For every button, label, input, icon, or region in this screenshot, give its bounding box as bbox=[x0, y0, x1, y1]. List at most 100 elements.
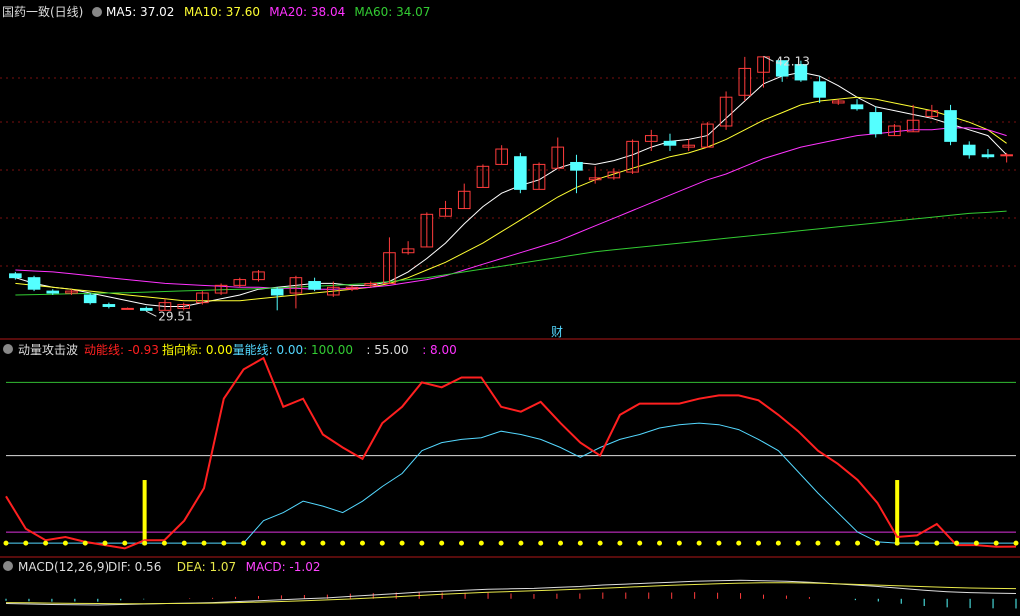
legend-volume_line: 量能线: 0.00 bbox=[233, 343, 304, 357]
legend-ma60: MA60: 34.07 bbox=[354, 5, 430, 19]
high-price-label: 42.13 bbox=[776, 54, 810, 68]
legend-pointer: 指向标: 0.00 bbox=[162, 342, 233, 357]
ma-legend: MA5: 37.02 MA10: 37.60 MA20: 38.04 MA60: 34… bbox=[106, 5, 430, 19]
baseline-dot bbox=[478, 540, 484, 546]
baseline-dot bbox=[696, 540, 702, 546]
legend-dea: DEA: 1.07 bbox=[177, 560, 236, 574]
baseline-dot bbox=[795, 540, 801, 546]
baseline-dot bbox=[617, 540, 623, 546]
ma-line-ma60 bbox=[15, 210, 1007, 296]
baseline-dot bbox=[23, 540, 29, 546]
legend-ref3: : 8.00 bbox=[422, 343, 457, 357]
legend-macd: MACD: -1.02 bbox=[246, 560, 321, 574]
candle-body bbox=[663, 140, 677, 146]
baseline-dot bbox=[82, 540, 88, 546]
baseline-dot bbox=[756, 540, 762, 546]
baseline-dot bbox=[716, 540, 722, 546]
candle-body bbox=[944, 110, 957, 142]
main-panel-toggle-icon[interactable] bbox=[92, 7, 102, 17]
baseline-dot bbox=[142, 540, 148, 546]
indicator-name: 动量攻击波 bbox=[18, 343, 78, 357]
candlesticks[interactable] bbox=[9, 56, 1013, 312]
baseline-dot bbox=[62, 540, 68, 546]
candle-body bbox=[27, 277, 41, 290]
baseline-dot bbox=[815, 540, 821, 546]
macd-name: MACD(12,26,9) bbox=[18, 560, 109, 574]
baseline-dot bbox=[874, 540, 880, 546]
baseline-dot bbox=[676, 540, 682, 546]
candle-body bbox=[514, 156, 527, 190]
baseline-dot bbox=[320, 540, 326, 546]
candle-body bbox=[869, 112, 883, 135]
indicator-grid bbox=[6, 381, 1016, 533]
baseline-dot bbox=[359, 540, 365, 546]
candle-body bbox=[121, 307, 134, 310]
baseline-dot bbox=[201, 540, 207, 546]
baseline-dot bbox=[1013, 540, 1019, 546]
indicator-lines bbox=[3, 356, 1019, 550]
indicator-panel-toggle-icon[interactable] bbox=[3, 344, 13, 354]
baseline-dot bbox=[577, 540, 583, 546]
stock-name: 国药一致(日线) bbox=[2, 5, 83, 19]
baseline-dot bbox=[736, 540, 742, 546]
baseline-dot bbox=[399, 540, 405, 546]
baseline-dot bbox=[458, 540, 464, 546]
legend-energy: 动能线: -0.93 bbox=[84, 343, 159, 357]
candle-body bbox=[83, 294, 97, 304]
pointer-bar bbox=[142, 480, 147, 546]
low-price-label: 29.51 bbox=[158, 309, 192, 323]
low-pointer bbox=[146, 310, 157, 317]
baseline-dot bbox=[161, 540, 167, 546]
candle-body bbox=[570, 161, 583, 171]
indicator-legend: 动能线: -0.93 指向标: 0.00 量能线: 0.00: 100.00 : 55… bbox=[84, 342, 457, 357]
legend-ma20: MA20: 38.04 bbox=[269, 5, 345, 19]
candle-body bbox=[9, 273, 22, 279]
energy-line bbox=[5, 356, 1017, 550]
candle-body bbox=[981, 154, 995, 158]
dif-line bbox=[5, 579, 1017, 606]
legend-ma5: MA5: 37.02 bbox=[106, 5, 174, 19]
legend-dif: DIF: 0.56 bbox=[108, 560, 161, 574]
baseline-dot bbox=[340, 540, 346, 546]
candle-body bbox=[1000, 154, 1013, 157]
candle-body bbox=[46, 290, 60, 294]
baseline-dot bbox=[260, 540, 266, 546]
baseline-dot bbox=[597, 540, 603, 546]
candle-body bbox=[850, 104, 864, 110]
baseline-dot bbox=[558, 540, 564, 546]
baseline-dot bbox=[993, 540, 999, 546]
macd-lines bbox=[5, 579, 1017, 609]
baseline-dot bbox=[280, 540, 286, 546]
finance-event-badge: 财 bbox=[551, 325, 563, 339]
baseline-dot bbox=[637, 540, 643, 546]
price-annotations: 42.13 29.51 财 bbox=[146, 54, 810, 339]
candle-body bbox=[962, 144, 976, 156]
baseline-dot bbox=[241, 540, 247, 546]
baseline-dot bbox=[775, 540, 781, 546]
volume-line bbox=[6, 422, 1016, 544]
baseline-dot bbox=[538, 540, 544, 546]
baseline-dot bbox=[518, 540, 524, 546]
main-grid bbox=[0, 77, 1020, 267]
ma-line-ma10 bbox=[15, 96, 1007, 302]
candle-body bbox=[102, 304, 116, 307]
baseline-dot bbox=[122, 540, 128, 546]
macd-panel-toggle-icon[interactable] bbox=[3, 561, 13, 571]
baseline-dot bbox=[102, 540, 108, 546]
baseline-dot bbox=[855, 540, 861, 546]
baseline-dot bbox=[835, 540, 841, 546]
candle-body bbox=[813, 81, 826, 98]
baseline-dot bbox=[954, 540, 960, 546]
legend-ref1: : 100.00 bbox=[303, 343, 353, 357]
baseline-dot bbox=[221, 540, 227, 546]
baseline-dot bbox=[914, 540, 920, 546]
baseline-dot bbox=[419, 540, 425, 546]
stock-chart[interactable]: 42.13 29.51 财 国药一致(日线) MA5: 37.02 MA10: 37.… bbox=[0, 0, 1020, 616]
legend-ref2: : 55.00 bbox=[366, 343, 408, 357]
baseline-dot bbox=[894, 540, 900, 546]
baseline-dot bbox=[43, 540, 49, 546]
candle-body bbox=[270, 288, 284, 296]
baseline-dot bbox=[379, 540, 385, 546]
baseline-dot bbox=[973, 540, 979, 546]
baseline-dot bbox=[657, 540, 663, 546]
